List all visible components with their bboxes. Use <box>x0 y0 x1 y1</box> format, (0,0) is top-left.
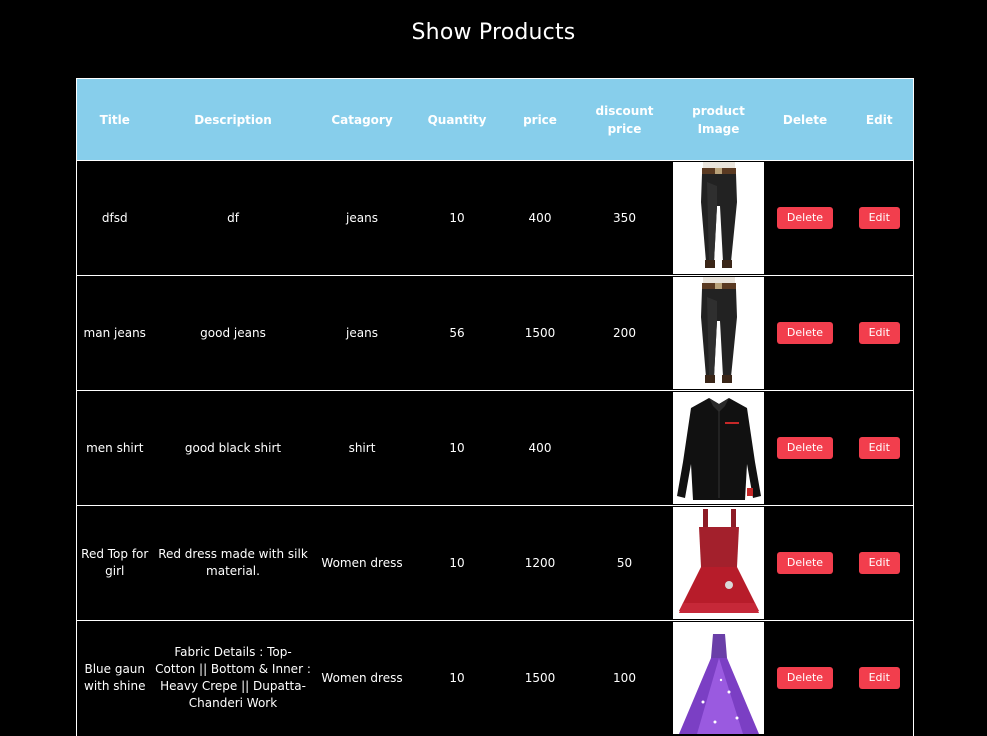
header-quantity: Quantity <box>410 78 504 161</box>
cell-quantity: 56 <box>449 325 465 340</box>
cell-discount-price: 350 <box>613 210 636 225</box>
edit-button[interactable]: Edit <box>858 207 900 229</box>
header-delete: Delete <box>764 78 846 161</box>
cell-category: jeans <box>346 325 378 340</box>
cell-price: 1500 <box>524 670 556 685</box>
edit-button[interactable]: Edit <box>858 667 900 690</box>
cell-quantity: 10 <box>449 670 465 685</box>
cell-description: df <box>227 210 239 225</box>
edit-button[interactable]: Edit <box>858 322 900 344</box>
black-jeans-product-image <box>673 162 764 274</box>
cell-description: Red dress made with silk material. <box>158 547 308 578</box>
cell-description: Fabric Details : Top- Cotton || Bottom &… <box>155 645 311 711</box>
products-table-container: Title Description Catagory Quantity pric… <box>76 78 914 736</box>
header-category: Catagory <box>313 78 411 161</box>
cell-description: good black shirt <box>184 440 282 455</box>
delete-button[interactable]: Delete <box>776 552 834 574</box>
cell-category: Women dress <box>321 670 403 685</box>
page-title: Show Products <box>411 20 576 45</box>
header-description: Description <box>152 78 314 161</box>
cell-price: 1200 <box>524 555 556 570</box>
cell-discount-price: 200 <box>613 325 636 340</box>
cell-discount-price: 100 <box>613 670 636 685</box>
black-jeans-product-image <box>673 277 764 389</box>
cell-quantity: 10 <box>449 440 465 455</box>
products-table: Title Description Catagory Quantity pric… <box>76 78 914 736</box>
table-row: men shirt good black shirt shirt 10 400 <box>76 390 914 506</box>
delete-button[interactable]: Delete <box>776 322 834 344</box>
cell-price: 400 <box>528 440 552 455</box>
header-price: price <box>503 78 577 161</box>
cell-description: good jeans <box>200 325 266 340</box>
delete-button[interactable]: Delete <box>776 437 834 459</box>
header-discount-price: discount price <box>576 78 673 161</box>
cell-title: Blue gaun with shine <box>76 620 153 736</box>
cell-price: 1500 <box>524 325 556 340</box>
edit-button[interactable]: Edit <box>858 552 900 574</box>
edit-button[interactable]: Edit <box>858 437 900 459</box>
table-row: dfsd df jeans 10 400 350 Delete Edit <box>76 160 914 276</box>
black-shirt-product-image <box>673 392 764 504</box>
cell-quantity: 10 <box>449 555 465 570</box>
header-title: Title <box>76 78 153 161</box>
header-product-image: product Image <box>672 78 765 161</box>
cell-title: man jeans <box>76 275 153 391</box>
cell-quantity: 10 <box>449 210 465 225</box>
delete-button[interactable]: Delete <box>776 207 834 229</box>
delete-button[interactable]: Delete <box>776 667 834 690</box>
cell-title: dfsd <box>76 160 153 276</box>
red-dress-product-image <box>673 507 764 619</box>
cell-title: men shirt <box>76 390 153 506</box>
cell-category: jeans <box>346 210 378 225</box>
table-row: man jeans good jeans jeans 56 1500 200 D… <box>76 275 914 391</box>
table-header-row: Title Description Catagory Quantity pric… <box>76 78 914 161</box>
cell-category: Women dress <box>321 555 403 570</box>
cell-price: 400 <box>528 210 552 225</box>
cell-discount-price: 50 <box>616 555 633 570</box>
purple-gown-product-image <box>673 622 764 735</box>
cell-discount-price <box>577 391 673 506</box>
table-row: Blue gaun with shine Fabric Details : To… <box>76 620 914 736</box>
header-edit: Edit <box>845 78 914 161</box>
cell-category: shirt <box>348 440 376 455</box>
table-row: Red Top for girl Red dress made with sil… <box>76 505 914 621</box>
cell-title: Red Top for girl <box>76 505 153 621</box>
